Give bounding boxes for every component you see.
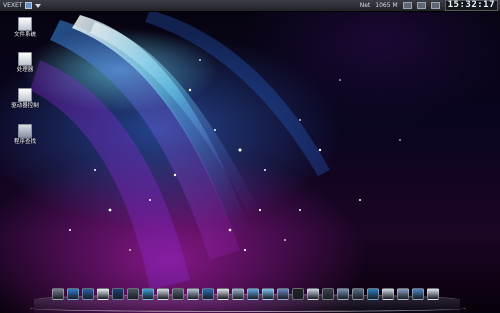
volume-icon[interactable] <box>416 2 426 9</box>
pdf-icon[interactable] <box>217 288 229 300</box>
memory-usage: 1065 M <box>375 2 398 9</box>
gear-icon[interactable] <box>337 288 349 300</box>
pyramid-icon[interactable] <box>127 288 139 300</box>
dock-reflection <box>30 305 466 312</box>
scissors-icon[interactable] <box>52 288 64 300</box>
mail-icon[interactable] <box>142 288 154 300</box>
desktop-icon-file-system[interactable]: 文件系统 <box>0 17 50 39</box>
network-label: Net <box>359 2 371 9</box>
document-icon[interactable] <box>157 288 169 300</box>
pen-icon[interactable] <box>97 288 109 300</box>
desktop-icon-label: 驱动器控制 <box>11 103 39 109</box>
desktop-icon-program-search[interactable]: 程序查找 <box>0 124 50 146</box>
photo-icon[interactable] <box>307 288 319 300</box>
terminal-icon[interactable] <box>352 288 364 300</box>
menu-label[interactable]: VEXET <box>3 0 22 11</box>
download-icon[interactable] <box>412 288 424 300</box>
window-switcher-icon[interactable] <box>25 2 33 9</box>
compass-icon[interactable] <box>172 288 184 300</box>
clock[interactable]: 15:32:17 <box>444 0 498 11</box>
dock <box>30 288 466 313</box>
brush-icon[interactable] <box>187 288 199 300</box>
eye-icon[interactable] <box>112 288 124 300</box>
refresh-icon[interactable] <box>277 288 289 300</box>
chat-icon[interactable] <box>262 288 274 300</box>
chip-icon <box>18 52 32 66</box>
cloud-icon[interactable] <box>247 288 259 300</box>
desktop-icon-drive-control[interactable]: 驱动器控制 <box>0 88 50 110</box>
desktop-icon-label: 文件系统 <box>13 32 36 38</box>
dock-items <box>52 288 439 300</box>
trash-icon[interactable] <box>427 288 439 300</box>
top-panel-left: VEXET <box>3 0 42 11</box>
chart-icon[interactable] <box>367 288 379 300</box>
tray-icon[interactable] <box>430 2 440 9</box>
top-panel: VEXET Net 1065 M 15:32:17 <box>0 0 500 12</box>
monitor-icon[interactable] <box>397 288 409 300</box>
camera-icon[interactable] <box>322 288 334 300</box>
search-icon[interactable] <box>382 288 394 300</box>
desktop-icon-label: 处理器 <box>16 67 34 73</box>
network-icon[interactable] <box>67 288 79 300</box>
chevron-down-icon[interactable] <box>35 3 42 8</box>
folder-icon[interactable] <box>82 288 94 300</box>
program-search-icon <box>18 124 32 138</box>
flash-icon[interactable] <box>292 288 304 300</box>
music-icon[interactable] <box>232 288 244 300</box>
drive-control-icon <box>18 88 32 102</box>
system-monitor-icon[interactable] <box>402 2 412 9</box>
desktop-wallpaper <box>0 0 500 313</box>
desktop-icon-processor[interactable]: 处理器 <box>0 52 50 74</box>
drive-icon <box>18 17 32 31</box>
top-panel-right: Net 1065 M 15:32:17 <box>360 0 498 11</box>
wallpaper-light-streaks <box>30 10 401 290</box>
desktop-icon-label: 程序查找 <box>13 139 36 145</box>
globe-icon[interactable] <box>202 288 214 300</box>
